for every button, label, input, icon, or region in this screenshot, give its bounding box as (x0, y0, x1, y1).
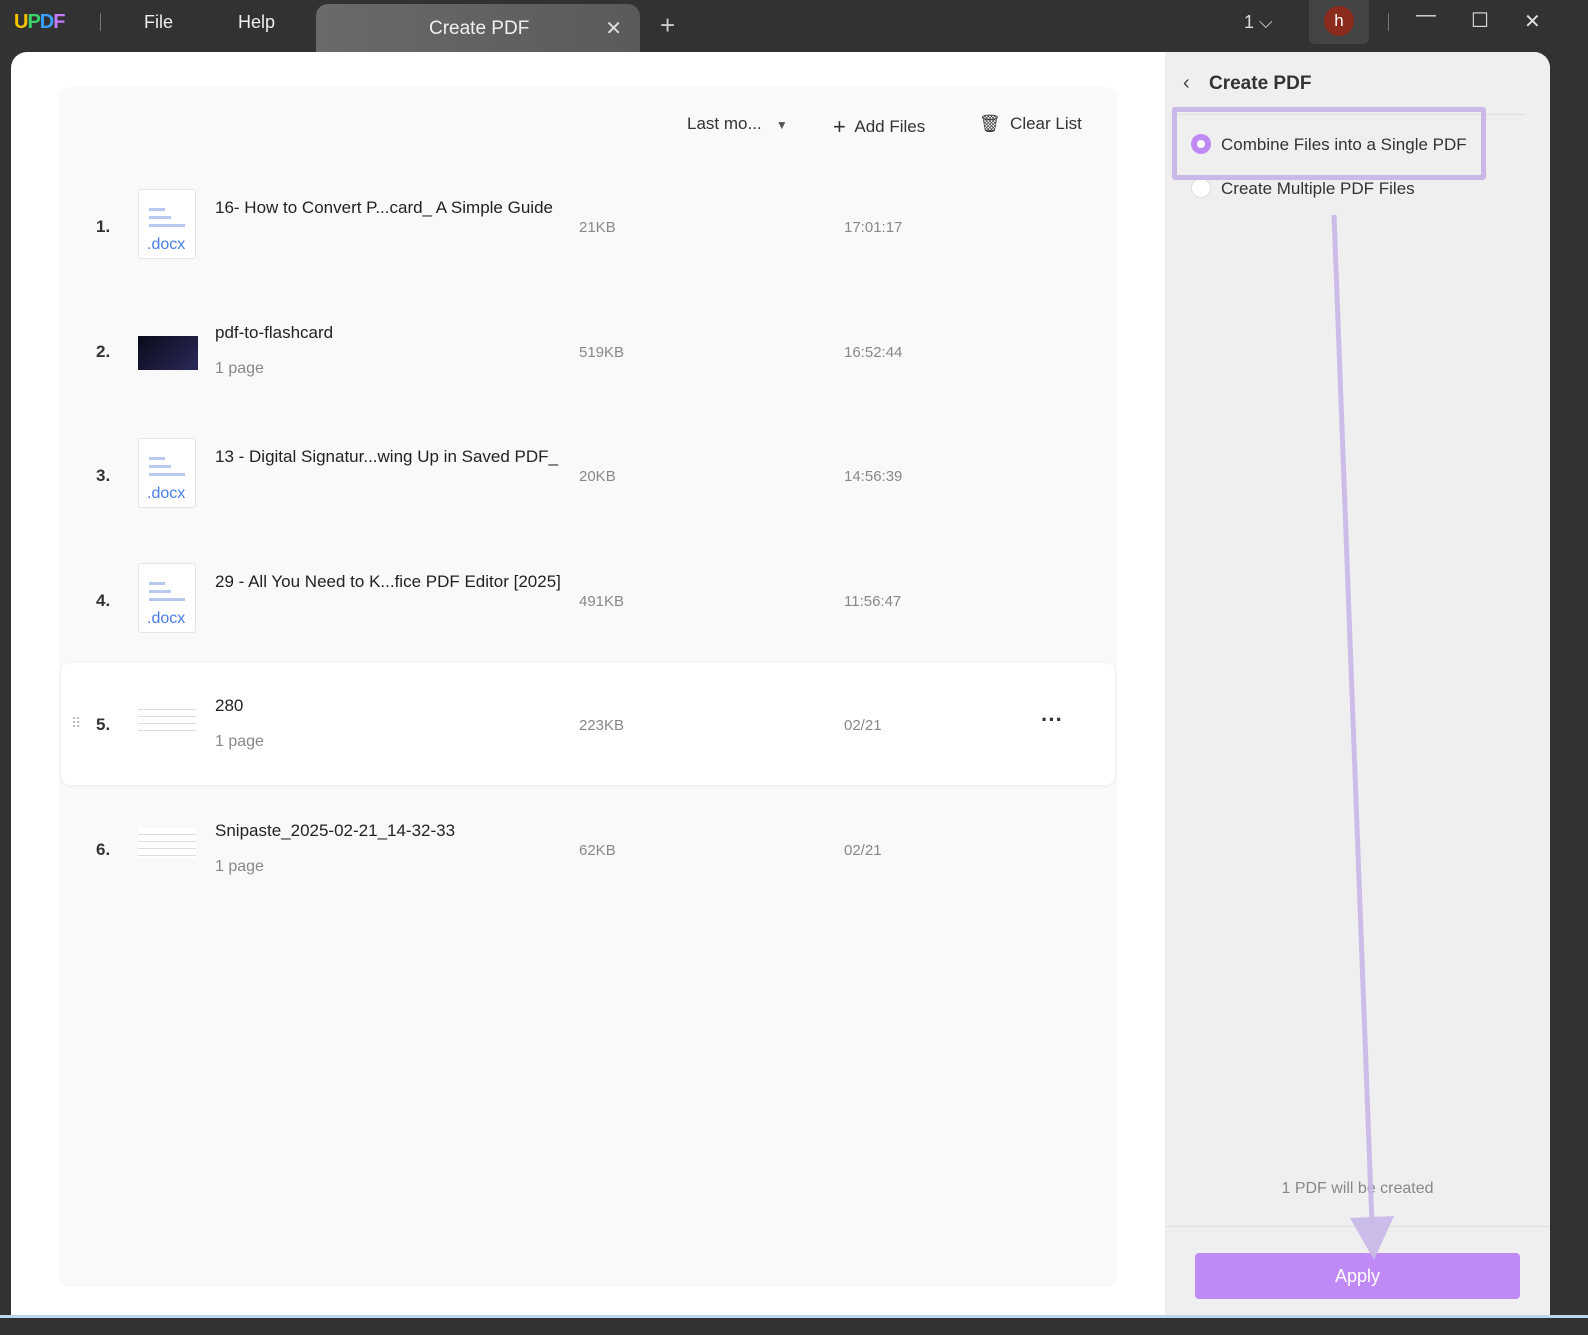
more-options-icon[interactable]: ··· (1041, 707, 1063, 733)
apply-button[interactable]: Apply (1195, 1253, 1520, 1299)
sort-label: Last mo... (687, 114, 762, 133)
file-name: 29 - All You Need to K...fice PDF Editor… (215, 571, 561, 591)
tab-label: Create PDF (429, 18, 530, 39)
sidebar-title: Create PDF (1209, 73, 1312, 94)
file-type: .docx (147, 609, 186, 627)
file-size: 519KB (579, 343, 625, 361)
updf-logo: UPDF (14, 11, 65, 33)
file-size: 491KB (579, 592, 625, 610)
page-count-dropdown[interactable]: 1 ⌵ (1244, 12, 1273, 33)
page-count: 1 (1244, 12, 1255, 32)
trash-icon: 🗑 (979, 114, 1001, 133)
modified-time: 16:52:44 (844, 343, 903, 361)
file-row[interactable]: 3. .docx 13 - Digital Signatur...wing Up … (61, 414, 1115, 536)
file-row[interactable]: 4. .docx 29 - All You Need to K...fice PD… (61, 539, 1115, 661)
modified-time: 02/21 (844, 717, 882, 734)
radio-unselected[interactable] (1191, 178, 1211, 198)
row-number: 1. (96, 217, 111, 236)
drag-handle-icon[interactable]: ⠿ (71, 715, 81, 732)
chevron-down-icon: ⌵ (1259, 12, 1273, 32)
option-multiple-files[interactable]: Create Multiple PDF Files (1191, 178, 1415, 199)
avatar: h (1324, 6, 1354, 36)
menu-file[interactable]: File (144, 12, 173, 33)
divider (1165, 1226, 1550, 1227)
title-bar: UPDF File Help Create PDF ✕ + 1 ⌵ h — ☐ … (0, 0, 1588, 52)
caret-down-icon: ▼ (775, 118, 788, 132)
annotation-highlight-box (1172, 107, 1486, 180)
file-name: pdf-to-flashcard (215, 322, 334, 342)
maximize-icon[interactable]: ☐ (1471, 8, 1489, 33)
file-type: .docx (147, 236, 186, 253)
file-row[interactable]: ⠿ 5. 280 1 page 223KB 02/21 ··· (61, 663, 1115, 785)
file-size: 62KB (579, 841, 616, 859)
docx-file-icon: .docx (138, 562, 196, 633)
file-thumbnail (138, 703, 196, 733)
close-window-icon[interactable]: ✕ (1524, 9, 1541, 34)
file-row[interactable]: 2. pdf-to-flashcard 1 page 519KB 16:52:4… (61, 290, 1115, 412)
minimize-icon[interactable]: — (1416, 4, 1436, 27)
create-pdf-sidebar: ‹ Create PDF Combine Files into a Single… (1165, 52, 1550, 1316)
clear-list-label: Clear List (1010, 114, 1082, 133)
divider (1388, 13, 1389, 31)
main-panel: Last mo... ▼ + Add Files 🗑 Clear List 1.… (11, 52, 1550, 1316)
modified-time: 11:56:47 (844, 592, 902, 610)
menu-help[interactable]: Help (238, 12, 275, 33)
file-name: Snipaste_2025-02-21_14-32-33 (215, 820, 456, 840)
file-size: 223KB (579, 717, 625, 734)
add-files-label: Add Files (854, 117, 926, 136)
tab-create-pdf[interactable]: Create PDF ✕ (316, 4, 640, 52)
avatar-button[interactable]: h (1309, 0, 1369, 44)
modified-time: 02/21 (844, 841, 882, 859)
window-border (0, 1315, 1588, 1318)
clear-list-button[interactable]: 🗑 Clear List (979, 114, 1082, 134)
file-name: 13 - Digital Signatur...wing Up in Saved… (215, 447, 559, 466)
page-count: 1 page (215, 359, 264, 377)
modified-time: 17:01:17 (844, 219, 903, 236)
row-number: 2. (96, 341, 111, 361)
file-row[interactable]: 1. .docx 16- How to Convert P...card_ A S… (61, 165, 1115, 287)
divider (100, 13, 101, 31)
modified-time: 14:56:39 (844, 468, 903, 485)
file-row[interactable]: 6. Snipaste_2025-02-21_14-32-33 1 page 6… (61, 788, 1115, 910)
file-type: .docx (147, 485, 186, 502)
row-number: 4. (96, 590, 111, 610)
file-thumbnail (138, 335, 198, 370)
sort-dropdown[interactable]: Last mo... ▼ (687, 114, 788, 134)
file-name: 280 (215, 696, 244, 715)
page-count: 1 page (215, 857, 264, 875)
row-number: 5. (96, 715, 111, 734)
back-chevron-icon[interactable]: ‹ (1183, 72, 1190, 95)
docx-file-icon: .docx (138, 438, 196, 508)
plus-icon: + (833, 114, 846, 139)
close-tab-icon[interactable]: ✕ (605, 16, 622, 41)
add-files-button[interactable]: + Add Files (833, 114, 925, 140)
file-thumbnail (138, 827, 196, 858)
page-count: 1 page (215, 733, 264, 750)
row-number: 3. (96, 466, 111, 485)
result-note: 1 PDF will be created (1281, 1180, 1434, 1197)
row-number: 6. (96, 839, 111, 859)
file-size: 21KB (579, 219, 616, 236)
option-label: Create Multiple PDF Files (1221, 179, 1415, 198)
file-size: 20KB (579, 468, 616, 485)
file-name: 16- How to Convert P...card_ A Simple Gu… (215, 198, 553, 217)
docx-file-icon: .docx (138, 189, 196, 259)
new-tab-button[interactable]: + (660, 10, 675, 41)
